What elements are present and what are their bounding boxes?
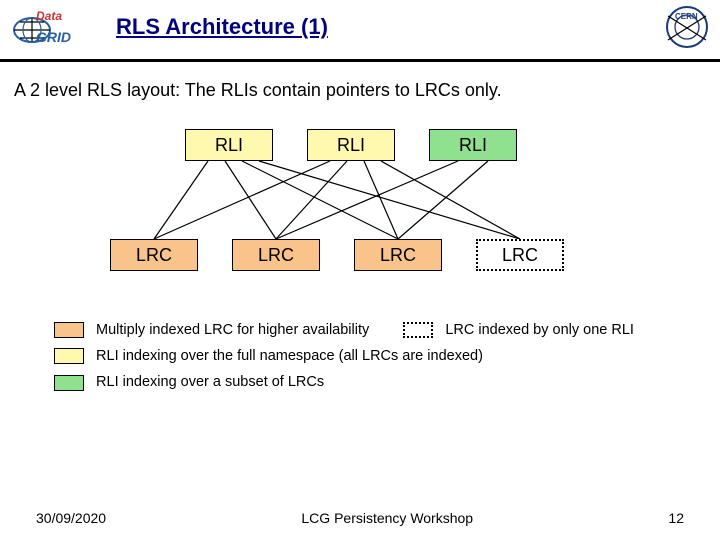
logo-text-grid: GRID (36, 29, 71, 45)
lrc-node-2: LRC (232, 239, 320, 271)
cern-logo: CERN (664, 4, 710, 50)
logo-text-data: Data (36, 9, 62, 23)
footer-page: 12 (668, 510, 684, 526)
lrc-node-4: LRC (476, 239, 564, 271)
legend-swatch-orange (54, 322, 84, 338)
footer-date: 30/09/2020 (36, 510, 106, 526)
rli-node-3: RLI (429, 129, 517, 161)
header-divider (0, 59, 720, 62)
slide-header: Data GRID CERN RLS Architecture (1) (0, 0, 720, 62)
cern-logo-text: CERN (675, 12, 698, 21)
rli-node-2: RLI (307, 129, 395, 161)
datagrid-logo: Data GRID (10, 6, 102, 46)
intro-text: A 2 level RLS layout: The RLIs contain p… (14, 80, 706, 101)
legend-swatch-yellow (54, 348, 84, 364)
lrc-node-3: LRC (354, 239, 442, 271)
legend-multiply-indexed: Multiply indexed LRC for higher availabi… (96, 322, 369, 338)
footer-center: LCG Persistency Workshop (301, 510, 473, 526)
legend-full-namespace: RLI indexing over the full namespace (al… (96, 348, 483, 364)
slide-footer: 30/09/2020 LCG Persistency Workshop 12 (0, 510, 720, 526)
lrc-node-1: LRC (110, 239, 198, 271)
legend: Multiply indexed LRC for higher availabi… (14, 322, 706, 391)
legend-swatch-dotted (403, 322, 433, 338)
architecture-diagram: RLI RLI RLI LRC LRC LRC LRC (80, 119, 640, 314)
legend-indexed-one: LRC indexed by only one RLI (445, 322, 634, 338)
legend-subset: RLI indexing over a subset of LRCs (96, 375, 324, 391)
rli-node-1: RLI (185, 129, 273, 161)
slide-title: RLS Architecture (1) (116, 14, 328, 40)
legend-swatch-green (54, 375, 84, 391)
